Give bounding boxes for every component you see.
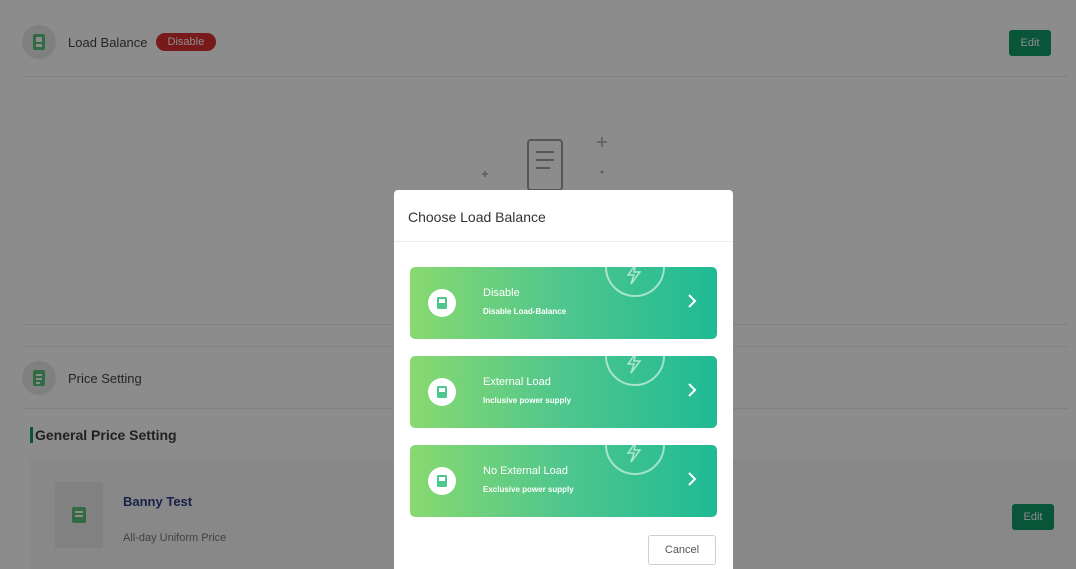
option-label: External Load [483, 376, 551, 388]
option-description: Inclusive power supply [483, 396, 572, 405]
option-external-load[interactable]: External Load Inclusive power supply [410, 356, 717, 428]
choose-load-balance-modal: Choose Load Balance Disable Disable Load… [394, 190, 733, 569]
modal-title: Choose Load Balance [408, 209, 546, 225]
chevron-right-icon [687, 471, 697, 492]
chevron-right-icon [687, 293, 697, 314]
meter-icon [428, 289, 456, 317]
option-no-external-load[interactable]: No External Load Exclusive power supply [410, 445, 717, 517]
modal-divider [394, 241, 733, 242]
meter-icon [428, 378, 456, 406]
option-label: Disable [483, 287, 520, 299]
cancel-button[interactable]: Cancel [648, 535, 716, 565]
option-description: Disable Load-Balance [483, 307, 567, 316]
option-description: Exclusive power supply [483, 485, 574, 494]
meter-icon [428, 467, 456, 495]
option-label: No External Load [483, 465, 568, 477]
chevron-right-icon [687, 382, 697, 403]
bolt-icon [605, 445, 665, 475]
bolt-icon [605, 267, 665, 297]
option-disable[interactable]: Disable Disable Load-Balance [410, 267, 717, 339]
bolt-icon [605, 356, 665, 386]
